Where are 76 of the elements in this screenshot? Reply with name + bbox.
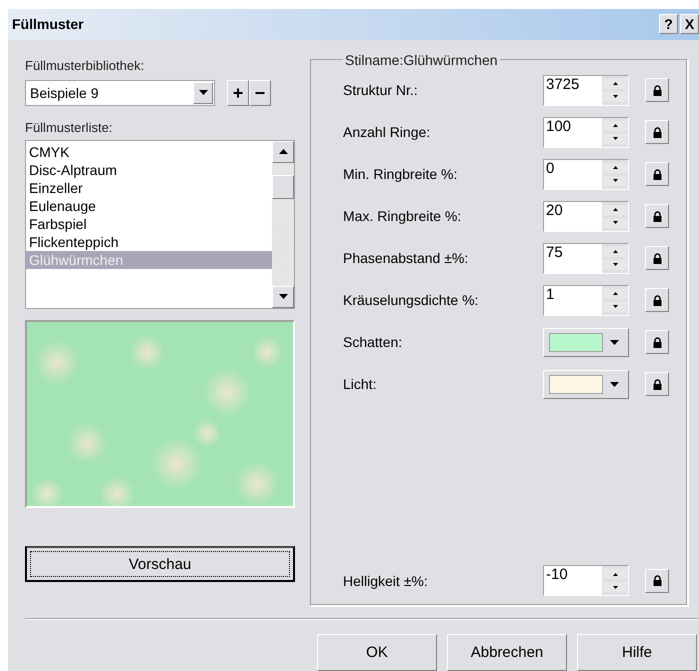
lock-icon bbox=[652, 126, 662, 138]
lock-icon bbox=[652, 575, 662, 586]
lock-icon bbox=[652, 168, 662, 180]
dropdown-arrow-icon bbox=[610, 340, 619, 345]
parameter-label: Phasenabstand ±%: bbox=[343, 250, 470, 266]
scrollbar[interactable] bbox=[272, 140, 294, 308]
dialog-button[interactable]: Abbrechen bbox=[447, 634, 567, 671]
spin-field[interactable]: 100 bbox=[543, 116, 629, 148]
list-item[interactable]: Farbspiel bbox=[26, 214, 272, 233]
increment-icon bbox=[612, 166, 618, 170]
decrement-icon bbox=[612, 137, 618, 140]
help-button[interactable]: ? bbox=[659, 14, 678, 34]
parameter-label: Helligkeit ±%: bbox=[343, 572, 429, 588]
scroll-thumb[interactable] bbox=[272, 174, 294, 199]
add-button[interactable]: + bbox=[227, 80, 249, 106]
list-item[interactable]: Einzeller bbox=[26, 178, 272, 197]
increment-icon bbox=[612, 250, 618, 254]
library-dropdown[interactable]: Beispiele 9 bbox=[25, 80, 215, 106]
lock-button[interactable] bbox=[645, 78, 669, 102]
parameter-label: Schatten: bbox=[343, 334, 404, 350]
lock-icon bbox=[652, 84, 662, 96]
decrement-icon bbox=[612, 221, 618, 224]
decrement-icon bbox=[612, 263, 618, 266]
lock-icon bbox=[652, 378, 662, 390]
increment-icon bbox=[612, 292, 618, 296]
lock-button[interactable] bbox=[645, 330, 669, 354]
list-label: Füllmusterliste: bbox=[25, 120, 114, 135]
library-label: Füllmusterbibliothek: bbox=[25, 58, 146, 73]
color-picker[interactable] bbox=[543, 370, 629, 399]
increment-icon bbox=[612, 82, 618, 86]
lock-icon bbox=[652, 294, 662, 306]
lock-button[interactable] bbox=[645, 120, 669, 144]
spin-field[interactable]: 75 bbox=[543, 242, 629, 274]
window-title: Füllmuster bbox=[12, 16, 84, 32]
dropdown-arrow-icon bbox=[610, 382, 619, 387]
decrement-icon bbox=[612, 305, 618, 308]
increment-icon bbox=[612, 124, 618, 128]
scroll-up-icon bbox=[278, 149, 288, 154]
parameter-label: Licht: bbox=[343, 376, 378, 392]
lock-button[interactable] bbox=[645, 204, 669, 228]
preview-button[interactable]: Vorschau bbox=[25, 546, 295, 582]
decrement-icon bbox=[612, 179, 618, 182]
parameter-label: Kräuselungsdichte %: bbox=[343, 292, 480, 308]
lock-button[interactable] bbox=[645, 372, 669, 396]
parameter-label: Struktur Nr.: bbox=[343, 82, 419, 98]
lock-button[interactable] bbox=[645, 162, 669, 186]
lock-button[interactable] bbox=[645, 288, 669, 312]
dialog-button[interactable]: Hilfe bbox=[577, 634, 697, 671]
list-item[interactable]: Eulenauge bbox=[26, 196, 272, 215]
decrement-icon bbox=[612, 586, 618, 588]
close-button[interactable]: X bbox=[680, 14, 699, 34]
group-title: Stilname:Glühwürmchen bbox=[344, 52, 499, 68]
scroll-down-icon bbox=[278, 294, 288, 300]
dialog-button[interactable]: OK bbox=[317, 634, 437, 671]
lock-button[interactable] bbox=[645, 246, 669, 270]
remove-button[interactable]: − bbox=[249, 80, 271, 106]
spin-field[interactable]: 3725 bbox=[543, 74, 629, 106]
spin-field[interactable]: 1 bbox=[543, 284, 629, 316]
spin-field[interactable]: -10 bbox=[543, 565, 629, 596]
decrement-icon bbox=[612, 95, 618, 98]
dropdown-arrow-icon bbox=[198, 90, 208, 96]
color-picker[interactable] bbox=[543, 328, 629, 357]
lock-icon bbox=[652, 210, 662, 222]
lock-icon bbox=[652, 252, 662, 264]
increment-icon bbox=[612, 572, 618, 576]
spin-field[interactable]: 0 bbox=[543, 158, 629, 190]
lock-icon bbox=[652, 336, 662, 348]
spin-field[interactable]: 20 bbox=[543, 200, 629, 232]
lock-button[interactable] bbox=[645, 568, 669, 592]
list-item[interactable]: CMYK bbox=[26, 142, 272, 161]
parameter-label: Max. Ringbreite %: bbox=[343, 208, 462, 224]
increment-icon bbox=[612, 208, 618, 212]
parameter-label: Min. Ringbreite %: bbox=[343, 166, 458, 182]
list-item[interactable]: Flickenteppich bbox=[26, 232, 272, 251]
parameter-label: Anzahl Ringe: bbox=[343, 124, 432, 140]
list-item[interactable]: Disc-Alptraum bbox=[26, 160, 272, 179]
